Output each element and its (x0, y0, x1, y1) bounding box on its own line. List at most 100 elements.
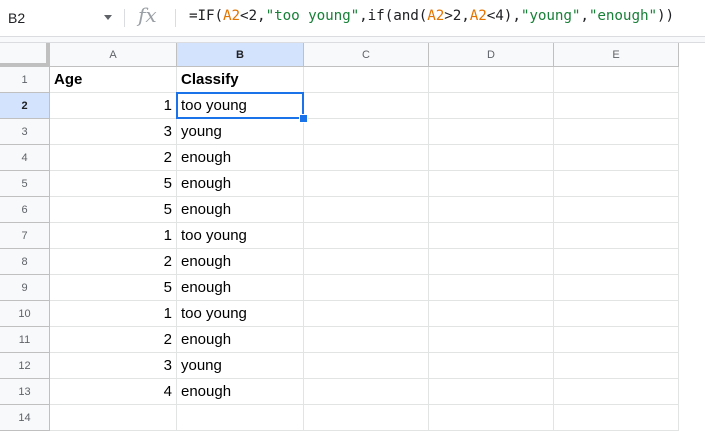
cell-d9[interactable] (429, 275, 554, 301)
cell-d2[interactable] (429, 93, 554, 119)
cell-c12[interactable] (304, 353, 429, 379)
row-header[interactable]: 14 (0, 405, 50, 431)
cell-e12[interactable] (554, 353, 679, 379)
row-header[interactable]: 1 (0, 67, 50, 93)
cell-c11[interactable] (304, 327, 429, 353)
cell-a7[interactable]: 1 (50, 223, 177, 249)
cell-e8[interactable] (554, 249, 679, 275)
cell-c3[interactable] (304, 119, 429, 145)
cell-e6[interactable] (554, 197, 679, 223)
cell-e7[interactable] (554, 223, 679, 249)
cell-b7[interactable]: too young (177, 223, 304, 249)
row-header[interactable]: 4 (0, 145, 50, 171)
row-header[interactable]: 6 (0, 197, 50, 223)
formula-input[interactable]: =IF(A2<2,"too young",if(and(A2>2,A2<4),"… (189, 8, 674, 24)
cell-c5[interactable] (304, 171, 429, 197)
formula-token: )) (656, 8, 674, 24)
formula-token: <4), (486, 8, 521, 24)
column-header-d[interactable]: D (429, 43, 554, 67)
row-header[interactable]: 11 (0, 327, 50, 353)
row-header[interactable]: 7 (0, 223, 50, 249)
cell-d13[interactable] (429, 379, 554, 405)
cell-e2[interactable] (554, 93, 679, 119)
cell-d14[interactable] (429, 405, 554, 431)
cell-c6[interactable] (304, 197, 429, 223)
column-header-e[interactable]: E (554, 43, 679, 67)
cell-c8[interactable] (304, 249, 429, 275)
row-header[interactable]: 9 (0, 275, 50, 301)
row-header[interactable]: 12 (0, 353, 50, 379)
row-header[interactable]: 10 (0, 301, 50, 327)
cell-a9[interactable]: 5 (50, 275, 177, 301)
cell-a11[interactable]: 2 (50, 327, 177, 353)
cell-e9[interactable] (554, 275, 679, 301)
cell-c9[interactable] (304, 275, 429, 301)
cell-e13[interactable] (554, 379, 679, 405)
cell-c13[interactable] (304, 379, 429, 405)
cell-d11[interactable] (429, 327, 554, 353)
cell-d1[interactable] (429, 67, 554, 93)
formula-token: A2 (223, 8, 241, 24)
cell-a12[interactable]: 3 (50, 353, 177, 379)
row-header[interactable]: 8 (0, 249, 50, 275)
cell-c1[interactable] (304, 67, 429, 93)
cell-b10[interactable]: too young (177, 301, 304, 327)
cell-e1[interactable] (554, 67, 679, 93)
cell-a5[interactable]: 5 (50, 171, 177, 197)
cell-d6[interactable] (429, 197, 554, 223)
select-all-corner[interactable] (0, 43, 50, 67)
name-box[interactable]: B2 (0, 0, 116, 36)
cell-b14[interactable] (177, 405, 304, 431)
cell-b12[interactable]: young (177, 353, 304, 379)
chevron-down-icon[interactable] (104, 15, 112, 20)
cell-c4[interactable] (304, 145, 429, 171)
cell-a1[interactable]: Age (50, 67, 177, 93)
cell-b2[interactable]: too young (177, 93, 304, 119)
cell-e14[interactable] (554, 405, 679, 431)
cell-b5[interactable]: enough (177, 171, 304, 197)
column-header-c[interactable]: C (304, 43, 429, 67)
cell-d5[interactable] (429, 171, 554, 197)
cell-a14[interactable] (50, 405, 177, 431)
cell-b1[interactable]: Classify (177, 67, 304, 93)
cell-e4[interactable] (554, 145, 679, 171)
formula-token: , (580, 8, 589, 24)
cell-e5[interactable] (554, 171, 679, 197)
cell-a10[interactable]: 1 (50, 301, 177, 327)
column-header-b[interactable]: B (177, 43, 304, 67)
formula-bar: B2 fx =IF(A2<2,"too young",if(and(A2>2,A… (0, 0, 705, 37)
cell-e10[interactable] (554, 301, 679, 327)
cell-b6[interactable]: enough (177, 197, 304, 223)
cell-b8[interactable]: enough (177, 249, 304, 275)
cell-b3[interactable]: young (177, 119, 304, 145)
fill-handle[interactable] (299, 114, 308, 123)
cell-d4[interactable] (429, 145, 554, 171)
cell-c14[interactable] (304, 405, 429, 431)
row-header[interactable]: 13 (0, 379, 50, 405)
cell-a4[interactable]: 2 (50, 145, 177, 171)
row-header[interactable]: 2 (0, 93, 50, 119)
cell-b13[interactable]: enough (177, 379, 304, 405)
formula-token: "enough" (588, 8, 657, 24)
cell-d12[interactable] (429, 353, 554, 379)
cell-c2[interactable] (304, 93, 429, 119)
cell-d3[interactable] (429, 119, 554, 145)
cell-a13[interactable]: 4 (50, 379, 177, 405)
cell-b9[interactable]: enough (177, 275, 304, 301)
cell-e11[interactable] (554, 327, 679, 353)
row-header[interactable]: 5 (0, 171, 50, 197)
cell-c7[interactable] (304, 223, 429, 249)
cell-a6[interactable]: 5 (50, 197, 177, 223)
cell-e3[interactable] (554, 119, 679, 145)
cell-a8[interactable]: 2 (50, 249, 177, 275)
cell-a3[interactable]: 3 (50, 119, 177, 145)
row-header[interactable]: 3 (0, 119, 50, 145)
cell-a2[interactable]: 1 (50, 93, 177, 119)
cell-c10[interactable] (304, 301, 429, 327)
cell-d7[interactable] (429, 223, 554, 249)
cell-d8[interactable] (429, 249, 554, 275)
cell-b11[interactable]: enough (177, 327, 304, 353)
cell-b4[interactable]: enough (177, 145, 304, 171)
cell-d10[interactable] (429, 301, 554, 327)
column-header-a[interactable]: A (50, 43, 177, 67)
